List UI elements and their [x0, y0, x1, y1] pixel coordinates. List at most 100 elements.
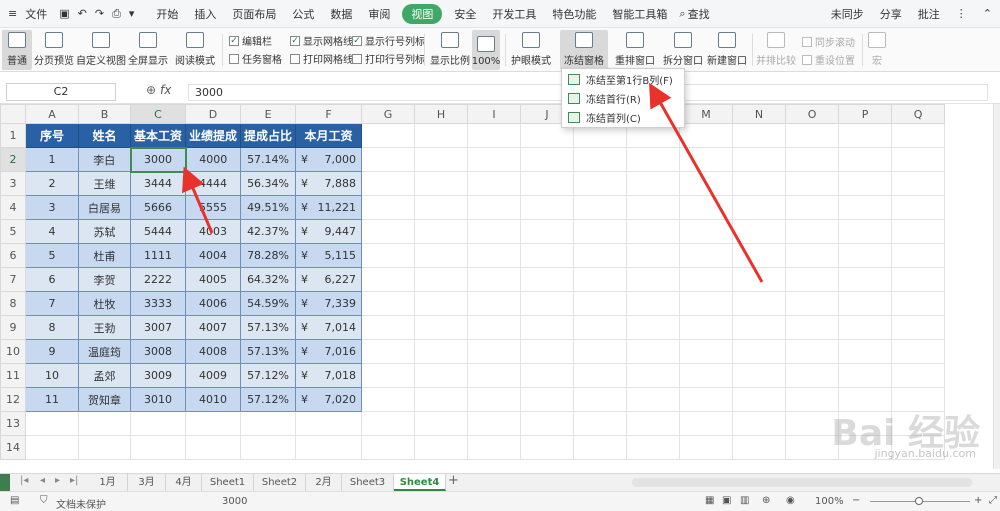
cell[interactable]: [732, 123, 787, 148]
cell[interactable]: [626, 147, 681, 172]
cell[interactable]: [785, 123, 840, 148]
cell[interactable]: [467, 195, 522, 220]
zoom-100-button[interactable]: 100%: [472, 30, 500, 70]
cell[interactable]: 5444: [129, 219, 187, 244]
cell[interactable]: [361, 147, 416, 172]
cell[interactable]: [414, 195, 469, 220]
cell[interactable]: [573, 363, 628, 388]
cell[interactable]: [414, 291, 469, 316]
row-header[interactable]: 6: [0, 243, 26, 268]
comment-button[interactable]: 批注: [910, 6, 948, 22]
cell[interactable]: ¥7,000: [295, 147, 363, 172]
cell[interactable]: [838, 171, 893, 196]
cell[interactable]: [626, 387, 681, 412]
header-cell[interactable]: 业绩提成: [185, 123, 242, 148]
cell[interactable]: [573, 147, 628, 172]
row-header[interactable]: 11: [0, 363, 26, 388]
cell[interactable]: [573, 267, 628, 292]
undo-icon[interactable]: ↶: [74, 7, 91, 20]
cell[interactable]: [785, 315, 840, 340]
cell[interactable]: [295, 411, 363, 436]
checkbox-print-gridlines[interactable]: 打印网格线: [290, 51, 353, 66]
row-header[interactable]: 4: [0, 195, 26, 220]
column-header[interactable]: C: [129, 104, 187, 124]
cell[interactable]: [414, 171, 469, 196]
cell[interactable]: [573, 243, 628, 268]
cell[interactable]: 3009: [129, 363, 187, 388]
menu-smart-tools[interactable]: 智能工具箱: [604, 6, 675, 22]
cell[interactable]: ¥7,018: [295, 363, 363, 388]
first-sheet-icon[interactable]: |◂: [20, 475, 28, 486]
cell[interactable]: [573, 411, 628, 436]
cell[interactable]: [838, 147, 893, 172]
cell[interactable]: 王勃: [78, 315, 131, 340]
cell[interactable]: [679, 195, 734, 220]
cell[interactable]: [785, 339, 840, 364]
select-all-corner[interactable]: [0, 104, 26, 124]
menu-data[interactable]: 数据: [322, 6, 360, 22]
cell[interactable]: [414, 147, 469, 172]
row-header[interactable]: 9: [0, 315, 26, 340]
cell[interactable]: 3007: [129, 315, 187, 340]
cell[interactable]: [732, 243, 787, 268]
cell[interactable]: 1111: [129, 243, 187, 268]
cell[interactable]: [361, 219, 416, 244]
cell[interactable]: [361, 171, 416, 196]
cell[interactable]: [838, 291, 893, 316]
cell[interactable]: [626, 291, 681, 316]
cell[interactable]: [520, 339, 575, 364]
reset-position-button[interactable]: 重设位置: [802, 52, 855, 67]
cell[interactable]: [626, 363, 681, 388]
page-break-preview-button[interactable]: 分页预览: [34, 30, 74, 70]
cell[interactable]: 3008: [129, 339, 187, 364]
cell[interactable]: [361, 387, 416, 412]
sheet-tab[interactable]: 4月: [166, 474, 202, 491]
cell[interactable]: 杜牧: [78, 291, 131, 316]
cell[interactable]: [679, 363, 734, 388]
cell[interactable]: [414, 387, 469, 412]
cell[interactable]: 4003: [185, 219, 242, 244]
cell[interactable]: [679, 387, 734, 412]
cell[interactable]: [838, 195, 893, 220]
cell[interactable]: [520, 243, 575, 268]
cell[interactable]: [891, 243, 946, 268]
cell[interactable]: [838, 123, 893, 148]
cell[interactable]: [414, 219, 469, 244]
sheet-tab[interactable]: 2月: [306, 474, 342, 491]
cell[interactable]: [626, 243, 681, 268]
cell[interactable]: 42.37%: [240, 219, 297, 244]
side-panel-handle[interactable]: [0, 474, 10, 491]
cell[interactable]: [785, 267, 840, 292]
cell[interactable]: 4004: [185, 243, 242, 268]
header-cell[interactable]: 姓名: [78, 123, 131, 148]
column-header[interactable]: F: [295, 104, 363, 124]
cell[interactable]: [520, 195, 575, 220]
cell[interactable]: [361, 123, 416, 148]
zoom-cell-icon[interactable]: ⊕: [146, 83, 156, 97]
cell[interactable]: [467, 411, 522, 436]
cell[interactable]: 56.34%: [240, 171, 297, 196]
column-header[interactable]: B: [78, 104, 131, 124]
cell[interactable]: 57.12%: [240, 363, 297, 388]
cell[interactable]: 贺知章: [78, 387, 131, 412]
hamburger-menu-icon[interactable]: ≡: [0, 7, 25, 20]
cell[interactable]: [185, 435, 242, 460]
cell[interactable]: 64.32%: [240, 267, 297, 292]
cell[interactable]: [25, 411, 79, 436]
cell[interactable]: [520, 147, 575, 172]
zoom-out-icon[interactable]: −: [852, 495, 860, 506]
cell[interactable]: 57.12%: [240, 387, 297, 412]
row-header[interactable]: 1: [0, 123, 26, 148]
row-header[interactable]: 14: [0, 435, 26, 460]
cell[interactable]: [573, 171, 628, 196]
cell[interactable]: 6: [25, 267, 79, 292]
cell[interactable]: [129, 435, 187, 460]
page-icon[interactable]: ▤: [10, 495, 19, 506]
cell[interactable]: [185, 411, 242, 436]
row-header[interactable]: 13: [0, 411, 26, 436]
cell[interactable]: [467, 123, 522, 148]
row-header[interactable]: 10: [0, 339, 26, 364]
freeze-first-column-item[interactable]: 冻结首列(C): [562, 108, 684, 127]
cell[interactable]: [573, 219, 628, 244]
cell[interactable]: [785, 171, 840, 196]
